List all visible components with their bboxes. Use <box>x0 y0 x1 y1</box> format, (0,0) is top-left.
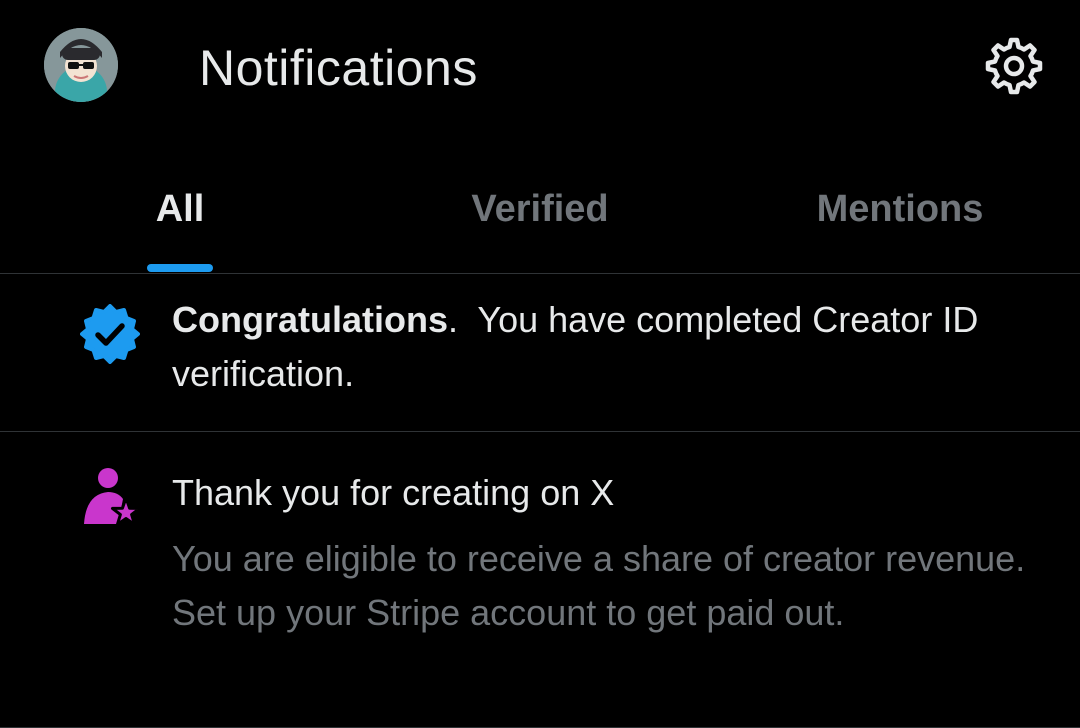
profile-avatar[interactable] <box>44 28 118 102</box>
tab-verified[interactable]: Verified <box>420 187 660 231</box>
page-title: Notifications <box>199 40 478 96</box>
notification-tabs: All Verified Mentions <box>0 160 1080 274</box>
notification-title: Thank you for creating on X <box>172 472 615 513</box>
notification-text: Congratulations. You have completed Crea… <box>172 293 1032 401</box>
verified-badge-icon <box>80 304 140 364</box>
tab-all[interactable]: All <box>120 187 240 231</box>
notification-bold-text: Congratulations <box>172 299 448 340</box>
top-app-bar: Notifications <box>0 0 1080 140</box>
settings-button[interactable] <box>984 36 1044 96</box>
notification-body: You are eligible to receive a share of c… <box>172 538 1026 633</box>
gear-icon <box>985 37 1043 95</box>
notification-item[interactable]: Congratulations. You have completed Crea… <box>0 274 1080 432</box>
avatar-image <box>44 28 118 102</box>
tab-mentions[interactable]: Mentions <box>780 187 1020 231</box>
creator-star-icon <box>82 468 141 526</box>
notification-item[interactable]: Thank you for creating on X You are elig… <box>0 432 1080 728</box>
active-tab-indicator <box>147 264 213 272</box>
